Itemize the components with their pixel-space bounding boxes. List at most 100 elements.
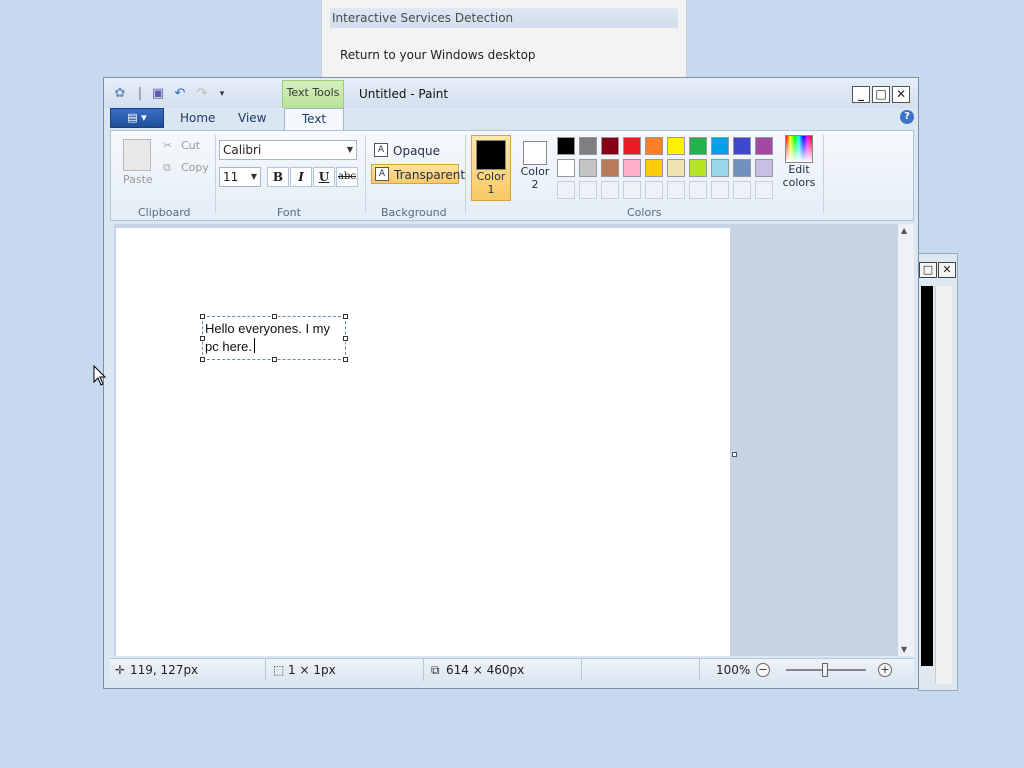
background-close-button[interactable]: ✕ [938, 262, 956, 278]
palette-color[interactable] [711, 137, 729, 155]
color2-label: Color [520, 165, 550, 178]
underline-button[interactable]: U [313, 167, 335, 187]
save-icon[interactable]: ▣ [150, 86, 166, 102]
opaque-button[interactable]: A Opaque [371, 141, 451, 161]
scroll-down-icon[interactable]: ▼ [901, 645, 907, 654]
palette-color[interactable] [645, 137, 663, 155]
font-group-label: Font [277, 206, 301, 219]
opaque-label: Opaque [393, 144, 441, 158]
cursor-position-value: 119, 127px [130, 663, 199, 677]
paste-button[interactable]: Paste [123, 173, 153, 186]
chevron-down-icon: ▼ [346, 145, 353, 154]
zoom-in-icon[interactable]: + [878, 663, 892, 677]
resize-handle[interactable] [200, 357, 205, 362]
transparent-button[interactable]: A Transparent [371, 164, 465, 184]
font-size-value: 11 [223, 170, 239, 184]
text-box[interactable]: Hello everyones. I my pc here. [200, 314, 348, 362]
font-size-select[interactable]: 11 ▼ [219, 167, 261, 187]
palette-color[interactable] [689, 159, 707, 177]
palette-color[interactable] [733, 159, 751, 177]
transparent-icon: A [375, 167, 389, 181]
palette-empty-slot[interactable] [579, 181, 597, 199]
tab-home[interactable]: Home [180, 111, 215, 125]
edit-colors-button[interactable]: Edit colors [779, 135, 819, 203]
color1-swatch [476, 140, 506, 170]
palette-empty-slot[interactable] [733, 181, 751, 199]
scroll-up-icon[interactable]: ▲ [901, 226, 907, 235]
palette-color[interactable] [579, 159, 597, 177]
resize-handle[interactable] [272, 357, 277, 362]
paint-window: ✿ | ▣ ↶ ↷ ▾ Text Tools Untitled - Paint … [103, 77, 919, 689]
undo-icon[interactable]: ↶ [172, 86, 188, 102]
palette-empty-slot[interactable] [667, 181, 685, 199]
palette-color[interactable] [755, 159, 773, 177]
zoom-slider-thumb[interactable] [822, 663, 828, 677]
interactive-services-dialog: Interactive Services Detection Return to… [321, 0, 687, 79]
colors-group-label: Colors [627, 206, 662, 219]
text-content[interactable]: Hello everyones. I my pc here. [205, 320, 345, 356]
redo-icon[interactable]: ↷ [194, 86, 210, 102]
palette-color[interactable] [623, 137, 641, 155]
canvas-resize-handle[interactable] [732, 452, 737, 457]
dialog-title: Interactive Services Detection [330, 8, 678, 28]
resize-handle[interactable] [272, 314, 277, 319]
status-bar: ✛ 119, 127px ⬚ 1 × 1px ⧉ 614 × 460px 100… [110, 658, 914, 681]
status-empty-field [584, 659, 700, 681]
paste-icon[interactable] [123, 139, 151, 171]
color1-button[interactable]: Color 1 [471, 135, 511, 201]
palette-empty-slot[interactable] [645, 181, 663, 199]
palette-color[interactable] [557, 159, 575, 177]
palette-color[interactable] [557, 137, 575, 155]
palette-color[interactable] [711, 159, 729, 177]
return-desktop-option[interactable]: Return to your Windows desktop [340, 48, 536, 62]
tab-text[interactable]: Text [284, 108, 344, 131]
paint-app-icon[interactable]: ✿ [112, 86, 128, 102]
text-line: Hello everyones. I my [205, 321, 330, 336]
selection-icon: ⬚ [273, 663, 285, 677]
background-scrollbar[interactable] [935, 286, 952, 684]
palette-color[interactable] [623, 159, 641, 177]
canvas-area: Hello everyones. I my pc here. [114, 224, 900, 656]
cut-button[interactable]: Cut [181, 139, 200, 152]
ribbon-tabs: ▤ ▾ Home View Text ? [110, 108, 914, 131]
copy-button[interactable]: Copy [181, 161, 209, 174]
palette-empty-slot[interactable] [601, 181, 619, 199]
palette-empty-slot[interactable] [755, 181, 773, 199]
palette-color[interactable] [733, 137, 751, 155]
crosshair-icon: ✛ [115, 663, 126, 677]
palette-empty-slot[interactable] [711, 181, 729, 199]
palette-empty-slot[interactable] [623, 181, 641, 199]
palette-color[interactable] [755, 137, 773, 155]
palette-color[interactable] [601, 159, 619, 177]
maximize-button[interactable]: □ [872, 86, 890, 103]
palette-empty-slot[interactable] [557, 181, 575, 199]
resize-handle[interactable] [343, 314, 348, 319]
italic-button[interactable]: I [290, 167, 312, 187]
palette-color[interactable] [601, 137, 619, 155]
vertical-scrollbar[interactable]: ▲ ▼ [897, 224, 914, 656]
resize-handle[interactable] [343, 357, 348, 362]
bold-button[interactable]: B [267, 167, 289, 187]
color2-button[interactable]: Color 2 [515, 135, 555, 201]
background-maximize-button[interactable]: □ [919, 262, 937, 278]
background-group-label: Background [381, 206, 447, 219]
palette-color[interactable] [667, 159, 685, 177]
font-family-select[interactable]: Calibri ▼ [219, 140, 357, 160]
palette-color[interactable] [645, 159, 663, 177]
help-icon[interactable]: ? [900, 110, 914, 124]
drawing-canvas[interactable]: Hello everyones. I my pc here. [116, 228, 730, 656]
palette-empty-slot[interactable] [689, 181, 707, 199]
minimize-button[interactable]: _ [852, 86, 870, 103]
divider [465, 135, 466, 213]
paint-menu-button[interactable]: ▤ ▾ [110, 108, 164, 128]
resize-handle[interactable] [200, 314, 205, 319]
palette-color[interactable] [667, 137, 685, 155]
zoom-out-icon[interactable]: − [756, 663, 770, 677]
customize-qat-icon[interactable]: ▾ [214, 86, 230, 102]
divider [365, 135, 366, 213]
palette-color[interactable] [579, 137, 597, 155]
tab-view[interactable]: View [238, 111, 266, 125]
strikethrough-button[interactable]: abc [336, 167, 358, 187]
close-button[interactable]: ✕ [892, 86, 910, 103]
palette-color[interactable] [689, 137, 707, 155]
